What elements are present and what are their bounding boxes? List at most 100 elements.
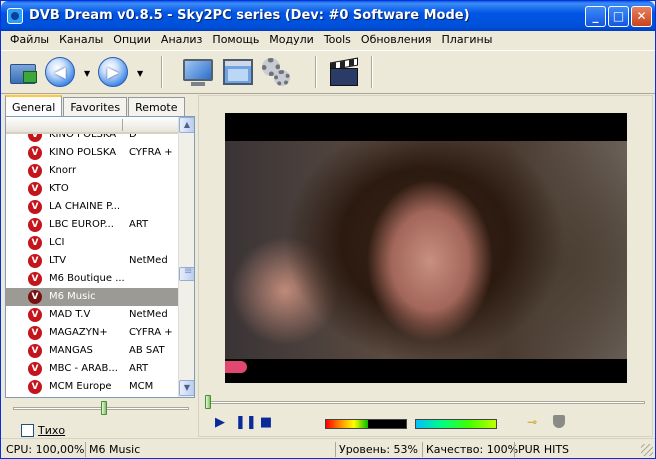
channel-row[interactable]: V MAD T.V NetMed [6, 306, 178, 324]
maximize-button[interactable]: □ [608, 6, 629, 27]
signal-quality-fill [416, 420, 496, 428]
forward-arrow-icon: ▶ [98, 57, 128, 87]
channel-v-icon: V [28, 344, 42, 358]
channel-row[interactable]: V MANGAS AB SAT [6, 342, 178, 360]
channel-name: LTV [49, 255, 67, 266]
mute-label[interactable]: Тихо [38, 424, 65, 437]
channel-row[interactable]: V MBC - ARAB... ART [6, 360, 178, 378]
channel-name: LA CHAINE P... [49, 201, 121, 212]
channel-name: MAGAZYN+ [49, 327, 108, 338]
title-bar[interactable]: DVB Dream v0.8.5 - Sky2PC series (Dev: #… [1, 1, 655, 31]
channel-v-icon: V [28, 134, 42, 142]
menu-updates[interactable]: Обновления [356, 31, 437, 49]
volume-slider-thumb[interactable] [101, 401, 108, 415]
channel-provider: MCM [129, 381, 154, 392]
channel-name: Knorr [49, 165, 77, 176]
channel-row[interactable]: V LCI [6, 234, 178, 252]
channel-rows-inner: V KINO POLSKA D V KINO POLSKA CYFRA + V Knorr V K… [6, 134, 178, 396]
channel-provider: CYFRA + [129, 147, 173, 158]
list-header[interactable] [6, 117, 178, 134]
channel-row[interactable]: V LTV NetMed [6, 252, 178, 270]
channel-v-icon: V [28, 218, 42, 232]
monitor-icon[interactable] [182, 56, 216, 88]
seek-bar[interactable] [205, 401, 645, 404]
close-button[interactable]: ✕ [631, 6, 652, 27]
signal-level-fill [326, 420, 369, 428]
stop-icon[interactable]: ■ [259, 416, 273, 430]
channel-name: M6 Boutique ... [49, 273, 125, 284]
clapperboard-icon[interactable] [328, 56, 362, 88]
tab-general[interactable]: General [5, 95, 63, 116]
channel-name: KINO POLSKA [49, 134, 117, 140]
channel-v-icon: V [28, 290, 42, 304]
scroll-up-button[interactable]: ▲ [179, 117, 194, 133]
menu-modules[interactable]: Модули [264, 31, 319, 49]
volume-area: Тихо [5, 401, 195, 437]
channel-tabs: General Favorites Remote [5, 95, 186, 117]
seek-thumb[interactable] [205, 395, 211, 409]
menu-analysis[interactable]: Анализ [156, 31, 208, 49]
key-icon[interactable]: ⊸ [527, 416, 543, 428]
monitor-screen [183, 59, 213, 81]
channel-row[interactable]: V LBC EUROP... ART [6, 216, 178, 234]
channel-name: M6 Music [49, 291, 96, 302]
channel-rows: V KINO POLSKA D V KINO POLSKA CYFRA + V Knorr V K… [6, 134, 178, 397]
menu-help[interactable]: Помощь [207, 31, 264, 49]
channel-row[interactable]: V KINO POLSKA D [6, 134, 178, 144]
menu-channels[interactable]: Каналы [54, 31, 108, 49]
channel-v-icon: V [28, 200, 42, 214]
channel-row[interactable]: V MAGAZYN+ CYFRA + [6, 324, 178, 342]
signal-level-meter [325, 419, 407, 429]
forward-arrow-glyph: ▶ [107, 63, 119, 81]
menu-plugins[interactable]: Плагины [437, 31, 498, 49]
channel-row[interactable]: V LA CHAINE P... [6, 198, 178, 216]
app-icon[interactable] [7, 8, 23, 24]
channel-v-icon: V [28, 380, 42, 394]
channel-v-icon: V [28, 182, 42, 196]
menu-options[interactable]: Опции [108, 31, 156, 49]
shield-icon[interactable] [553, 415, 565, 428]
minimize-button[interactable]: _ [585, 6, 606, 27]
channel-row[interactable]: V MCM Europe MCM [6, 378, 178, 396]
scroll-thumb[interactable] [179, 266, 194, 281]
forward-button[interactable]: ▶ [98, 56, 132, 88]
mute-checkbox[interactable] [21, 424, 34, 437]
player-panel: ▶ ❚❚ ■ ⊸ [198, 95, 653, 437]
signal-quality-meter [415, 419, 497, 429]
status-cpu: CPU: 100,00% [6, 443, 85, 456]
tab-favorites[interactable]: Favorites [63, 97, 128, 116]
channel-provider: NetMed [129, 255, 168, 266]
clapper-body [330, 68, 358, 86]
status-bar: CPU: 100,00% M6 Music Уровень: 53% Качес… [1, 438, 655, 458]
open-folder-icon[interactable] [8, 56, 42, 88]
channel-row[interactable]: V M6 Boutique ... [6, 270, 178, 288]
resize-grip[interactable] [641, 444, 653, 456]
video-display[interactable] [225, 113, 627, 383]
tab-remote[interactable]: Remote [128, 97, 185, 116]
channel-v-icon: V [28, 236, 42, 250]
channel-v-icon: V [28, 164, 42, 178]
channel-v-icon: V [28, 272, 42, 286]
scroll-down-button[interactable]: ▼ [179, 380, 194, 396]
channel-row[interactable]: V KINO POLSKA CYFRA + [6, 144, 178, 162]
channel-name: LBC EUROP... [49, 219, 114, 230]
channel-v-icon: V [28, 308, 42, 322]
column-separator[interactable] [122, 119, 123, 131]
toolbar-separator [161, 56, 163, 88]
channel-row[interactable]: V M6 Music [6, 288, 178, 306]
pause-icon[interactable]: ❚❚ [235, 416, 257, 430]
window-frame [223, 59, 253, 85]
menu-files[interactable]: Файлы [5, 31, 54, 49]
channel-row[interactable]: V KTO [6, 180, 178, 198]
toolbar-separator [371, 56, 373, 88]
play-icon[interactable]: ▶ [213, 416, 227, 430]
channel-provider: AB SAT [129, 345, 165, 356]
channel-row[interactable]: V Knorr [6, 162, 178, 180]
settings-gears-icon[interactable] [260, 56, 294, 88]
forward-dropdown-icon[interactable]: ▼ [137, 69, 143, 78]
menu-tools[interactable]: Tools [319, 31, 356, 49]
channel-list-scrollbar[interactable]: ▲ ▼ [178, 117, 194, 397]
back-dropdown-icon[interactable]: ▼ [84, 69, 90, 78]
window-icon[interactable] [222, 56, 256, 88]
back-button[interactable]: ◀ [45, 56, 79, 88]
